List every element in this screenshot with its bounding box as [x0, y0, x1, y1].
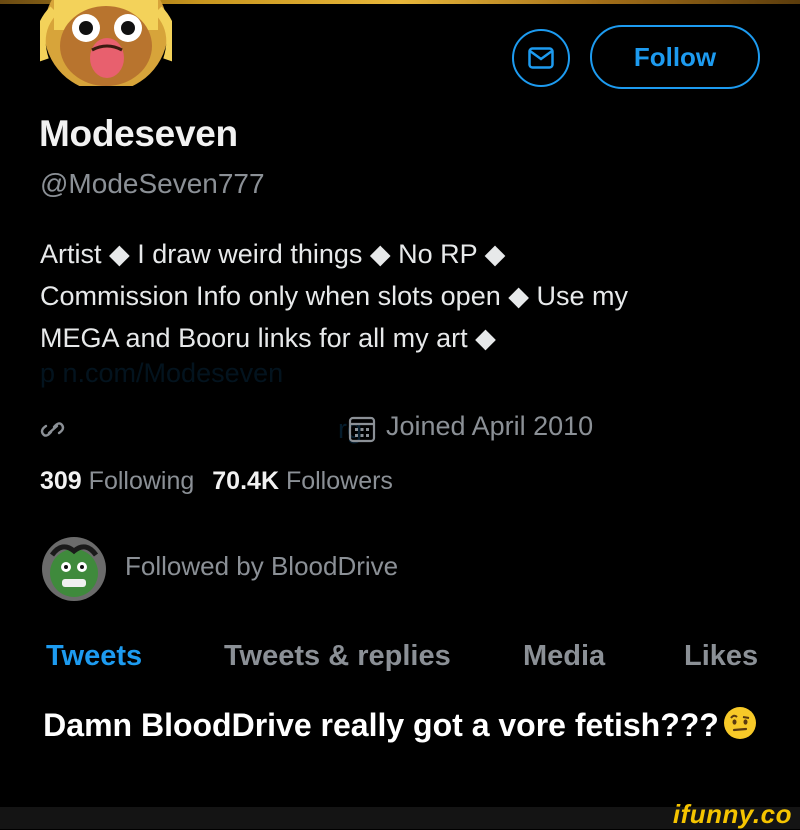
followers-count: 70.4K: [212, 467, 279, 495]
profile-tabs: Tweets Tweets & replies Media Likes: [0, 640, 800, 680]
followed-by-text: Followed by BloodDrive: [125, 551, 399, 581]
profile-meta-row: rg Joined April 2010: [40, 410, 760, 450]
followed-by-row[interactable]: Followed by BloodDrive: [42, 537, 542, 603]
followers-link[interactable]: 70.4K Followers: [212, 467, 393, 495]
profile-handle: @ModeSeven777: [40, 168, 265, 199]
avatar-illustration: [40, 0, 172, 86]
raised-eyebrow-face-icon: [723, 706, 757, 748]
profile-bio: Artist ◆ I draw weird things ◆ No RP ◆ C…: [40, 233, 760, 359]
following-count: 309: [40, 467, 82, 495]
bio-line: MEGA and Booru links for all my art ◆: [40, 323, 496, 353]
followers-label: Followers: [285, 467, 393, 495]
joined-date: Joined April 2010: [386, 411, 594, 441]
bio-line: Commission Info only when slots open ◆ U…: [40, 281, 629, 311]
meme-caption: Damn BloodDrive really got a vore fetish…: [0, 706, 800, 748]
bio-line: Artist ◆ I draw weird things ◆ No RP ◆: [40, 239, 506, 269]
tab-media[interactable]: Media: [523, 640, 605, 673]
follower-avatar[interactable]: [42, 537, 106, 601]
link-icon: [40, 422, 65, 437]
calendar-icon: [348, 416, 376, 443]
profile-name: Modeseven: [39, 113, 238, 154]
tab-tweets-replies[interactable]: Tweets & replies: [224, 640, 451, 673]
ifunny-watermark: ifunny.co: [672, 799, 792, 829]
tab-tweets[interactable]: Tweets: [46, 640, 142, 673]
following-label: Following: [88, 467, 195, 495]
follower-avatar-illustration: [42, 537, 106, 601]
caption-text: Damn BloodDrive really got a vore fetish…: [43, 707, 719, 743]
profile-website-link[interactable]: p n.com/Modeseven: [40, 358, 283, 389]
following-link[interactable]: 309 Following: [40, 467, 194, 495]
tab-likes[interactable]: Likes: [684, 640, 758, 673]
follow-stats: 309 Following 70.4K Followers: [40, 467, 393, 496]
profile-avatar[interactable]: [36, 0, 176, 88]
envelope-icon: [528, 47, 554, 69]
follow-button[interactable]: Follow: [590, 25, 760, 89]
message-button[interactable]: [512, 29, 570, 87]
